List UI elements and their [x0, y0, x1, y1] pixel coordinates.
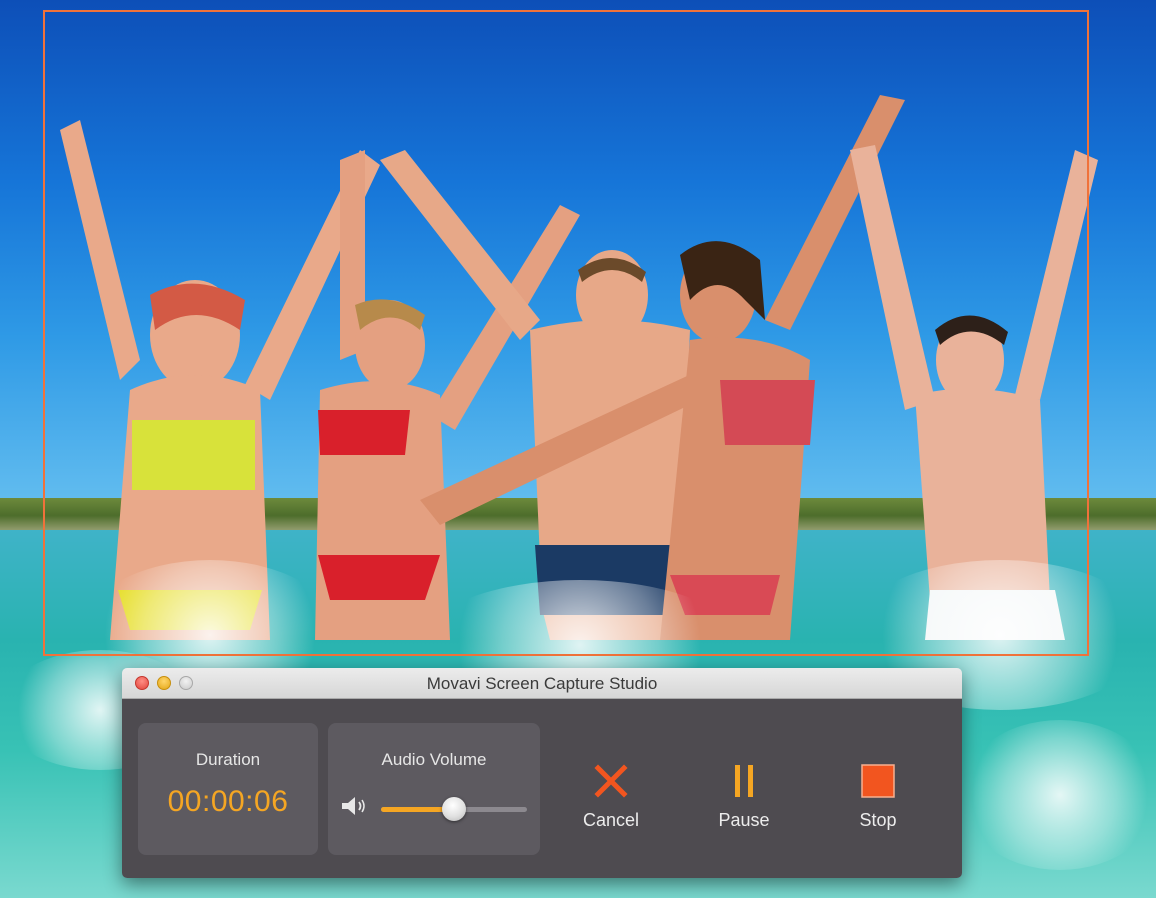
- window-title: Movavi Screen Capture Studio: [426, 674, 658, 693]
- control-panel: Duration 00:00:06 Audio Volume Cancel Pa…: [122, 699, 962, 878]
- x-icon: [594, 764, 628, 798]
- title-bar[interactable]: Movavi Screen Capture Studio: [122, 668, 962, 699]
- pause-label: Pause: [718, 810, 770, 830]
- duration-value: 00:00:06: [167, 785, 289, 818]
- cancel-button[interactable]: Cancel: [556, 723, 666, 855]
- volume-slider-thumb[interactable]: [442, 797, 466, 821]
- volume-slider[interactable]: [381, 797, 527, 821]
- duration-label: Duration: [195, 750, 261, 769]
- pause-icon: [735, 765, 753, 797]
- speaker-icon[interactable]: [340, 795, 370, 817]
- pause-button[interactable]: Pause: [689, 723, 799, 855]
- capture-region-frame[interactable]: [43, 10, 1089, 656]
- duration-box: Duration 00:00:06: [138, 723, 318, 855]
- cancel-label: Cancel: [582, 810, 640, 830]
- audio-volume-label: Audio Volume: [381, 750, 487, 769]
- stop-icon: [861, 764, 895, 798]
- stop-button[interactable]: Stop: [823, 723, 933, 855]
- audio-volume-box: Audio Volume: [328, 723, 540, 855]
- recording-window: Movavi Screen Capture Studio Duration 00…: [122, 668, 962, 878]
- stop-label: Stop: [859, 810, 897, 830]
- splash-5: [960, 720, 1156, 870]
